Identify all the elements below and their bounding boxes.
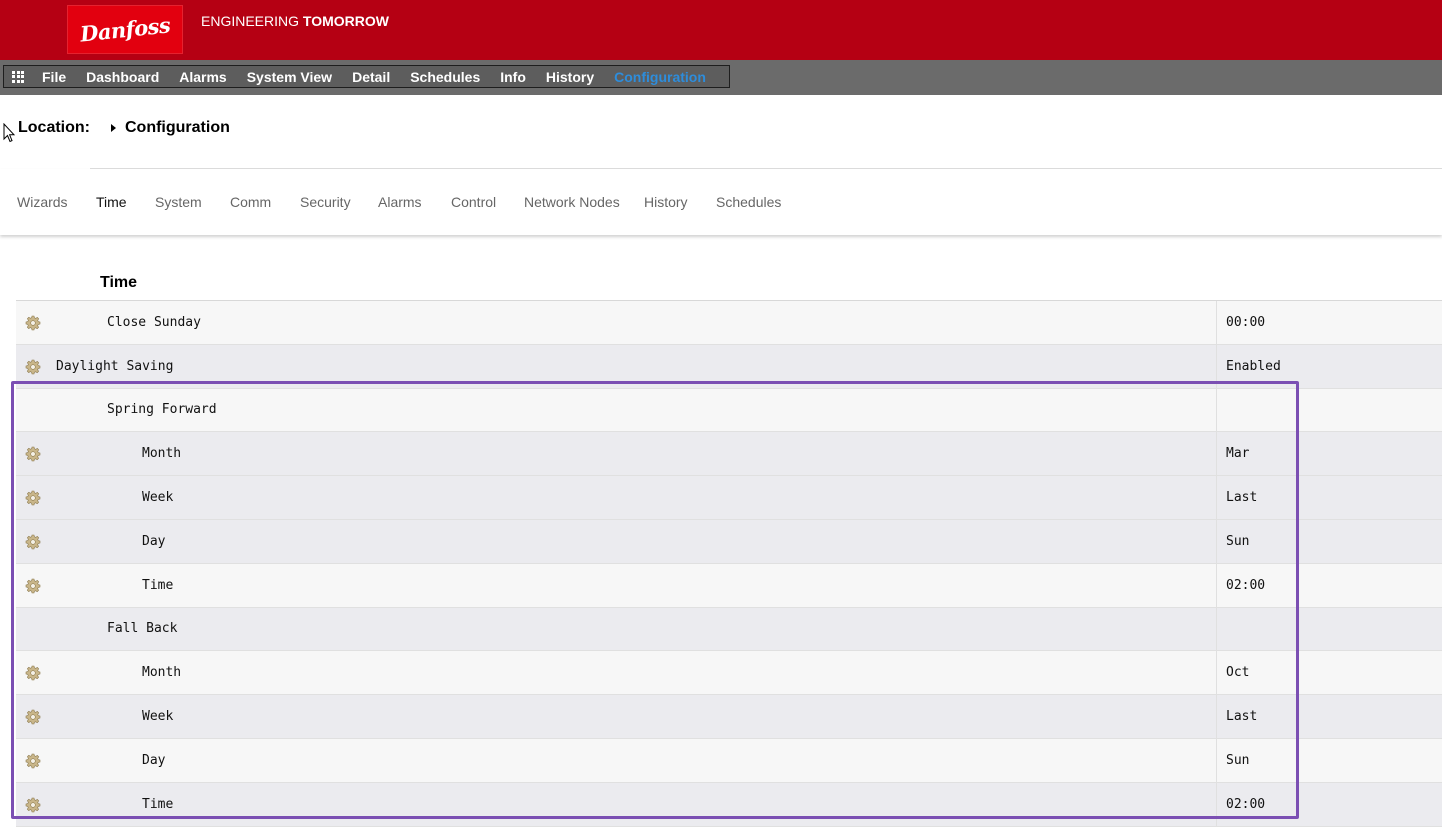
table-row-close-sunday[interactable]: Close Sunday 00:00: [16, 301, 1442, 345]
tagline: ENGINEERING TOMORROW: [201, 13, 389, 29]
menu-detail[interactable]: Detail: [342, 69, 400, 85]
gear-icon[interactable]: [25, 359, 41, 375]
tab-network-nodes[interactable]: Network Nodes: [524, 194, 620, 210]
menu-schedules[interactable]: Schedules: [400, 69, 490, 85]
location-label: Location:: [18, 119, 90, 136]
menu-system-view[interactable]: System View: [237, 69, 342, 85]
row-value[interactable]: Mar: [1216, 432, 1442, 476]
gear-icon[interactable]: [25, 665, 41, 681]
row-group-label: Fall Back: [107, 621, 178, 637]
breadcrumb[interactable]: Configuration: [111, 119, 230, 137]
gear-icon[interactable]: [25, 709, 41, 725]
row-label: Week: [142, 490, 174, 506]
table-row-fall-day[interactable]: Day Sun: [16, 738, 1442, 783]
row-label: Day: [142, 533, 166, 549]
mouse-cursor-icon: [3, 123, 15, 143]
row-value[interactable]: Oct: [1216, 651, 1442, 695]
row-value: [1216, 607, 1442, 651]
row-value[interactable]: Last: [1216, 476, 1442, 519]
table-row-fall-month[interactable]: Month Oct: [16, 651, 1442, 696]
gear-icon[interactable]: [25, 446, 41, 462]
gear-icon[interactable]: [25, 315, 41, 331]
gear-icon[interactable]: [25, 578, 41, 594]
table-row-fall-week[interactable]: Week Last: [16, 695, 1442, 739]
tagline-bold: TOMORROW: [302, 13, 389, 29]
time-settings-table: Close Sunday 00:00 Daylight Saving Enabl…: [16, 300, 1442, 827]
danfoss-logo[interactable]: Danfoss: [67, 5, 183, 54]
menu-file[interactable]: File: [32, 69, 76, 85]
gear-icon[interactable]: [25, 534, 41, 550]
tab-security[interactable]: Security: [300, 194, 351, 210]
gear-icon[interactable]: [25, 490, 41, 506]
menu-dashboard[interactable]: Dashboard: [76, 69, 169, 85]
tab-schedules[interactable]: Schedules: [716, 194, 781, 210]
tab-comm[interactable]: Comm: [230, 194, 271, 210]
tab-alarms[interactable]: Alarms: [378, 194, 422, 210]
breadcrumb-configuration[interactable]: Configuration: [125, 119, 230, 137]
tab-wizards[interactable]: Wizards: [17, 194, 68, 210]
row-label: Close Sunday: [107, 314, 201, 330]
caret-right-icon: [111, 124, 116, 132]
tab-history[interactable]: History: [644, 194, 688, 210]
row-label: Time: [142, 796, 174, 812]
menu-info[interactable]: Info: [490, 69, 536, 85]
table-row-spring-time[interactable]: Time 02:00: [16, 563, 1442, 608]
row-value[interactable]: Last: [1216, 695, 1442, 738]
table-row-daylight-saving[interactable]: Daylight Saving Enabled: [16, 344, 1442, 389]
row-value: [1216, 388, 1442, 432]
row-label: Time: [142, 577, 174, 593]
table-row-spring-month[interactable]: Month Mar: [16, 432, 1442, 477]
menu-history[interactable]: History: [536, 69, 604, 85]
tab-control[interactable]: Control: [451, 194, 496, 210]
gear-icon[interactable]: [25, 753, 41, 769]
apps-grid-icon[interactable]: [4, 66, 32, 87]
section-title: Time: [100, 274, 138, 291]
tagline-prefix: ENGINEERING: [201, 13, 303, 29]
table-row-fall-time[interactable]: Time 02:00: [16, 782, 1442, 827]
gear-icon[interactable]: [25, 797, 41, 813]
row-group-label: Spring Forward: [107, 402, 217, 418]
main-menu: File Dashboard Alarms System View Detail…: [3, 65, 730, 88]
menu-alarms[interactable]: Alarms: [169, 69, 236, 85]
row-value[interactable]: Enabled: [1216, 344, 1442, 388]
config-tabs: Wizards Time System Comm Security Alarms…: [0, 169, 1442, 235]
table-row-fall-back: Fall Back: [16, 607, 1442, 652]
tab-system[interactable]: System: [155, 194, 202, 210]
app-header: Danfoss ENGINEERING TOMORROW: [0, 0, 1442, 60]
brand-wordmark: Danfoss: [78, 12, 172, 47]
table-row-spring-week[interactable]: Week Last: [16, 476, 1442, 520]
row-label: Month: [142, 446, 182, 462]
tab-time[interactable]: Time: [96, 194, 127, 210]
row-label: Day: [142, 752, 166, 768]
row-value[interactable]: 02:00: [1216, 782, 1442, 826]
row-label: Daylight Saving: [56, 358, 174, 374]
row-value[interactable]: Sun: [1216, 738, 1442, 782]
row-label: Week: [142, 709, 174, 725]
menu-configuration[interactable]: Configuration: [604, 69, 716, 85]
table-row-spring-forward: Spring Forward: [16, 388, 1442, 433]
row-value[interactable]: 00:00: [1216, 301, 1442, 344]
row-value[interactable]: Sun: [1216, 519, 1442, 563]
row-label: Month: [142, 665, 182, 681]
table-row-spring-day[interactable]: Day Sun: [16, 519, 1442, 564]
row-value[interactable]: 02:00: [1216, 563, 1442, 607]
